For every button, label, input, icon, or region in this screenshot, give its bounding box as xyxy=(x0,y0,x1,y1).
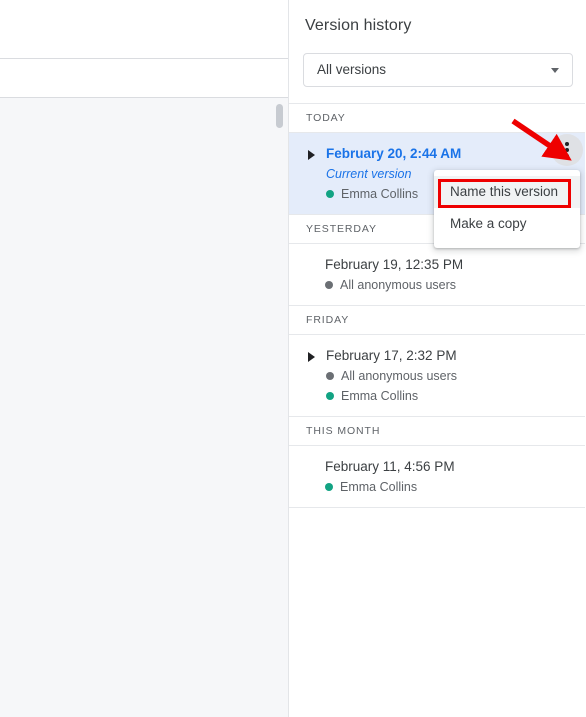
menu-item[interactable]: Make a copy xyxy=(434,208,580,240)
collaborator-name: All anonymous users xyxy=(340,278,457,292)
version-filter-value: All versions xyxy=(317,62,387,77)
version-date: February 11, 4:56 PM xyxy=(325,459,455,474)
version-group-header: FRIDAY xyxy=(306,314,350,326)
menu-item[interactable]: Name this version xyxy=(434,176,580,208)
list-divider xyxy=(289,507,585,508)
version-row-body: February 11, 4:56 PM Emma Collins xyxy=(306,458,585,496)
collaborator-color-dot-icon xyxy=(326,190,334,198)
version-date: February 17, 2:32 PM xyxy=(326,348,457,363)
version-history-screen: Version history All versions TODAY Februa… xyxy=(0,0,586,717)
document-backdrop xyxy=(0,0,288,717)
expand-triangle-icon[interactable] xyxy=(308,352,315,362)
document-divider-top xyxy=(0,58,288,59)
collaborator-color-dot-icon xyxy=(326,392,334,400)
expand-triangle-icon[interactable] xyxy=(308,150,315,160)
collaborator-color-dot-icon xyxy=(326,372,334,380)
panel-title: Version history xyxy=(305,17,412,34)
collaborator-name: Emma Collins xyxy=(340,480,418,494)
collaborator-color-dot-icon xyxy=(325,281,333,289)
version-row[interactable]: February 17, 2:32 PM All anonymous users E… xyxy=(289,335,585,416)
version-context-menu: Name this version Make a copy xyxy=(434,170,580,248)
version-date: February 20, 2:44 AM xyxy=(326,146,462,161)
collaborator-entry: Emma Collins xyxy=(326,387,585,405)
more-vert-dot-3 xyxy=(565,154,569,158)
document-scrollbar-thumb[interactable] xyxy=(276,104,283,128)
version-group-header: TODAY xyxy=(306,112,346,124)
collaborator-entry: Emma Collins xyxy=(325,478,585,496)
collaborator-color-dot-icon xyxy=(325,483,333,491)
more-vert-icon[interactable] xyxy=(551,134,583,166)
version-list: TODAY February 20, 2:44 AM Current version… xyxy=(289,103,585,508)
chevron-down-icon xyxy=(551,68,559,73)
version-filter-select[interactable]: All versions xyxy=(303,53,573,87)
version-row[interactable]: February 11, 4:56 PM Emma Collins xyxy=(289,446,585,507)
version-row-body: February 19, 12:35 PM All anonymous users xyxy=(306,256,585,294)
version-row-body: February 17, 2:32 PM All anonymous users E… xyxy=(306,347,585,405)
collaborator-entry: All anonymous users xyxy=(325,276,585,294)
more-vert-dot-1 xyxy=(565,142,569,146)
version-group-header: THIS MONTH xyxy=(306,425,381,437)
collaborator-entry: All anonymous users xyxy=(326,367,585,385)
collaborator-name: Emma Collins xyxy=(341,187,419,201)
version-history-panel: Version history All versions TODAY Februa… xyxy=(288,0,586,717)
collaborator-name: Emma Collins xyxy=(341,389,419,403)
document-canvas xyxy=(0,98,288,717)
collaborator-name: All anonymous users xyxy=(341,369,458,383)
more-vert-dot-2 xyxy=(565,148,569,152)
version-row[interactable]: February 19, 12:35 PM All anonymous users xyxy=(289,244,585,305)
version-date: February 19, 12:35 PM xyxy=(325,257,464,272)
